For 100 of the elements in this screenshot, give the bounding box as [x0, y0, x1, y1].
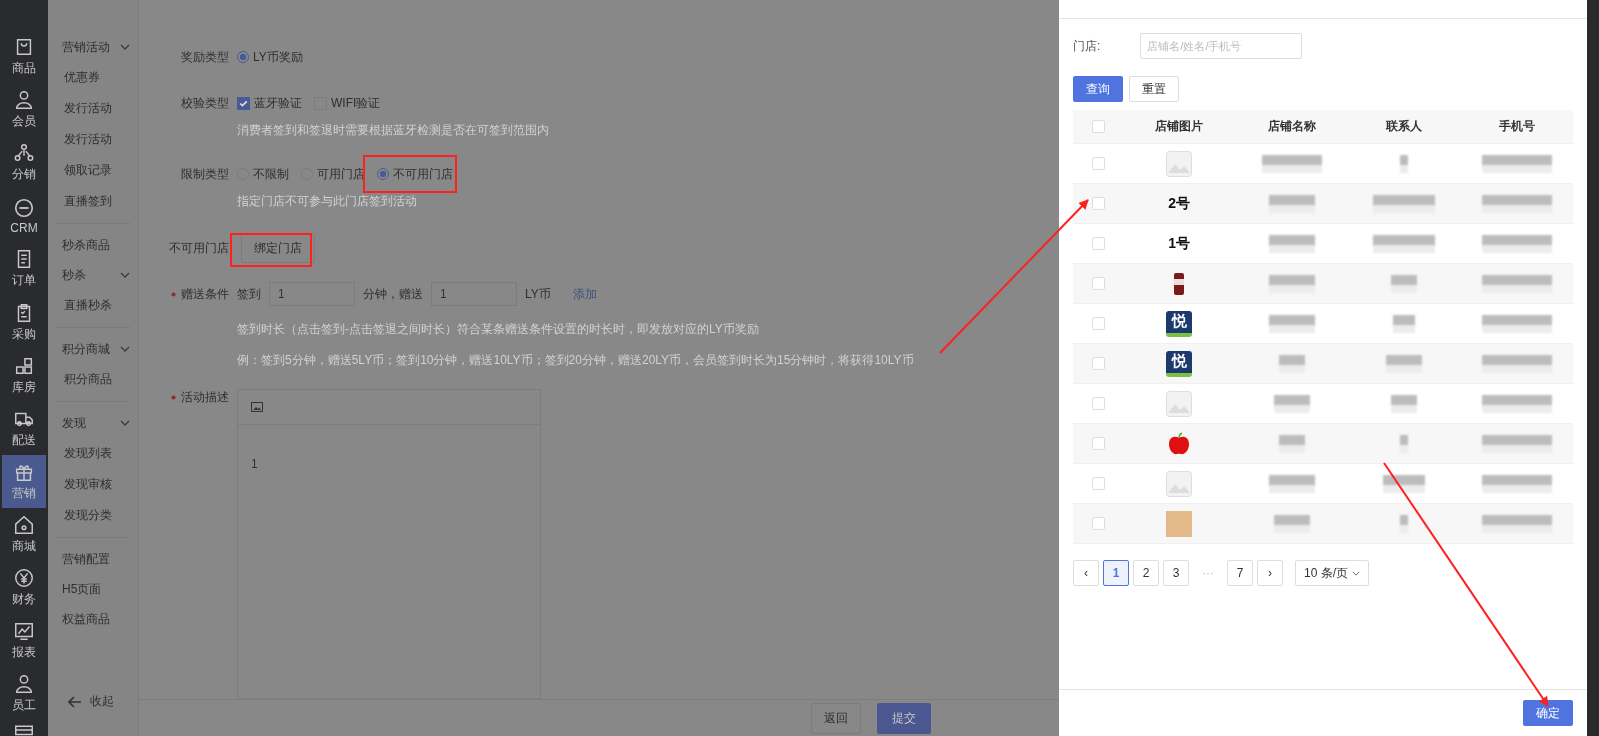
redacted-block — [1278, 434, 1305, 453]
menu-group[interactable]: 积分商城 — [56, 334, 130, 364]
menu-item[interactable]: 发行活动 — [56, 124, 130, 155]
redacted-block — [1481, 274, 1552, 293]
hint-text: 签到时长（点击签到-点击签退之间时长）符合某条赠送条件设置的时长时，即发放对应的LY币奖励 — [237, 321, 760, 338]
redacted-block — [1373, 194, 1436, 213]
nav-rail-item[interactable]: 商城 — [2, 507, 46, 561]
radio-option[interactable]: 可用门店 — [301, 165, 365, 183]
redacted-block — [1400, 514, 1409, 533]
chart-icon — [13, 620, 35, 643]
page-button[interactable]: 7 — [1227, 560, 1253, 586]
redacted-block — [1481, 434, 1552, 453]
nav-rail-item[interactable]: 财务 — [2, 560, 46, 615]
checkbox-option[interactable]: WIFI验证 — [314, 94, 381, 112]
store-logo: 悦 — [1166, 310, 1193, 337]
menu-item[interactable]: 领取记录 — [56, 155, 130, 186]
nav-rail-item[interactable]: 报表 — [2, 614, 46, 668]
redacted-block — [1278, 354, 1305, 373]
row-checkbox[interactable] — [1091, 317, 1105, 330]
redacted-block — [1400, 434, 1409, 453]
redacted-block — [1268, 234, 1315, 253]
row-checkbox[interactable] — [1091, 517, 1105, 530]
radio-option[interactable]: 不限制 — [237, 165, 289, 183]
nav-rail-item[interactable]: 库房 — [2, 348, 46, 402]
nav-rail-item[interactable]: 会员 — [2, 83, 46, 137]
field-label: 校验类型 — [180, 94, 230, 112]
back-button[interactable]: 返回 — [811, 702, 861, 734]
nav-rail-item[interactable]: 营销 — [2, 454, 46, 508]
row-checkbox[interactable] — [1091, 197, 1105, 210]
nav-rail-item[interactable]: 商品 — [2, 30, 46, 84]
column-header: 手机号 — [1497, 118, 1536, 135]
nav-rail-item[interactable]: 采购 — [2, 295, 46, 349]
menu-item[interactable]: 发现分类 — [56, 500, 130, 531]
field-text: 分钟，赠送 — [363, 285, 423, 303]
menu-item[interactable]: 直播签到 — [56, 186, 130, 217]
menu-group[interactable]: 发现 — [56, 408, 130, 438]
coins-input[interactable]: 1 — [431, 282, 517, 306]
hint-text: 例：签到5分钟，赠送5LY币；签到10分钟，赠送10LY币；签到20分钟，赠送20LY币，会员签到时长为15分钟时，将获得10LY币 — [237, 352, 915, 369]
add-link[interactable]: 添加 — [572, 285, 597, 303]
nav-rail-item[interactable]: CRM — [2, 189, 46, 243]
radio-option[interactable]: LY币奖励 — [237, 48, 303, 66]
store-image-text: 1号 — [1168, 234, 1191, 253]
row-checkbox[interactable] — [1091, 157, 1105, 170]
row-checkbox[interactable] — [1091, 357, 1105, 370]
redacted-block — [1386, 354, 1423, 373]
page-button[interactable]: 2 — [1133, 560, 1159, 586]
page-size-select[interactable]: 10 条/页 — [1295, 560, 1369, 586]
column-header: 店铺名称 — [1266, 118, 1317, 135]
row-checkbox[interactable] — [1091, 437, 1105, 450]
select-all-checkbox[interactable] — [1091, 120, 1105, 133]
reset-button[interactable]: 重置 — [1129, 76, 1179, 102]
bind-store-button[interactable]: 绑定门店 — [241, 234, 315, 263]
editor-content: 1 — [250, 456, 259, 473]
menu-group[interactable]: H5页面 — [56, 574, 130, 604]
redacted-block — [1400, 154, 1409, 173]
page-button[interactable]: 3 — [1163, 560, 1189, 586]
menu-item[interactable]: 发现审核 — [56, 469, 130, 500]
menu-item[interactable]: 发现列表 — [56, 438, 130, 469]
store-image-text: 2号 — [1168, 194, 1191, 213]
row-checkbox[interactable] — [1091, 477, 1105, 490]
redacted-block — [1273, 514, 1310, 533]
store-icon[interactable] — [13, 724, 35, 736]
confirm-button[interactable]: 确定 — [1523, 700, 1573, 726]
rich-text-editor[interactable]: 1 — [237, 389, 541, 699]
chevron-down-icon — [1352, 570, 1360, 576]
row-checkbox[interactable] — [1091, 397, 1105, 410]
image-placeholder-icon — [1166, 390, 1193, 417]
menu-group[interactable]: 营销配置 — [56, 544, 130, 574]
redacted-block — [1481, 394, 1552, 413]
row-checkbox[interactable] — [1091, 277, 1105, 290]
redacted-block — [1268, 274, 1315, 293]
nav-rail-item[interactable]: 配送 — [2, 401, 46, 455]
nav-rail-item[interactable]: 员工 — [2, 667, 46, 721]
menu-item[interactable]: 直播秒杀 — [56, 290, 130, 321]
image-placeholder-icon — [1166, 470, 1193, 497]
menu-item[interactable]: 积分商品 — [56, 364, 130, 395]
column-header: 联系人 — [1384, 118, 1424, 135]
search-button[interactable]: 查询 — [1073, 76, 1123, 102]
next-page-button[interactable]: › — [1257, 560, 1283, 586]
checkbox-option[interactable]: 蓝牙验证 — [237, 94, 302, 112]
menu-group[interactable]: 权益商品 — [56, 604, 130, 634]
store-logo: 悦 — [1166, 350, 1193, 377]
menu-item[interactable]: 发行活动 — [56, 93, 130, 124]
submit-button[interactable]: 提交 — [877, 702, 931, 734]
row-checkbox[interactable] — [1091, 237, 1105, 250]
field-text: LY币 — [525, 285, 551, 303]
menu-group[interactable]: 营销活动 — [56, 32, 130, 62]
minutes-input[interactable]: 1 — [269, 282, 355, 306]
menu-item[interactable]: 优惠券 — [56, 62, 130, 93]
nav-rail-item[interactable]: 订单 — [2, 242, 46, 296]
page-button[interactable]: 1 — [1103, 560, 1129, 586]
image-icon[interactable] — [251, 402, 263, 412]
collapse-button[interactable]: 收起 — [68, 693, 114, 710]
field-label: 不可用门店 — [168, 240, 230, 257]
nav-rail-item[interactable]: 分销 — [2, 136, 46, 190]
redacted-block — [1391, 394, 1418, 413]
menu-group[interactable]: 秒杀 — [56, 260, 130, 290]
hint-text: 消费者签到和签退时需要根据蓝牙检测是否在可签到范围内 — [237, 122, 550, 139]
menu-group[interactable]: 秒杀商品 — [56, 230, 130, 260]
prev-page-button[interactable]: ‹ — [1073, 560, 1099, 586]
